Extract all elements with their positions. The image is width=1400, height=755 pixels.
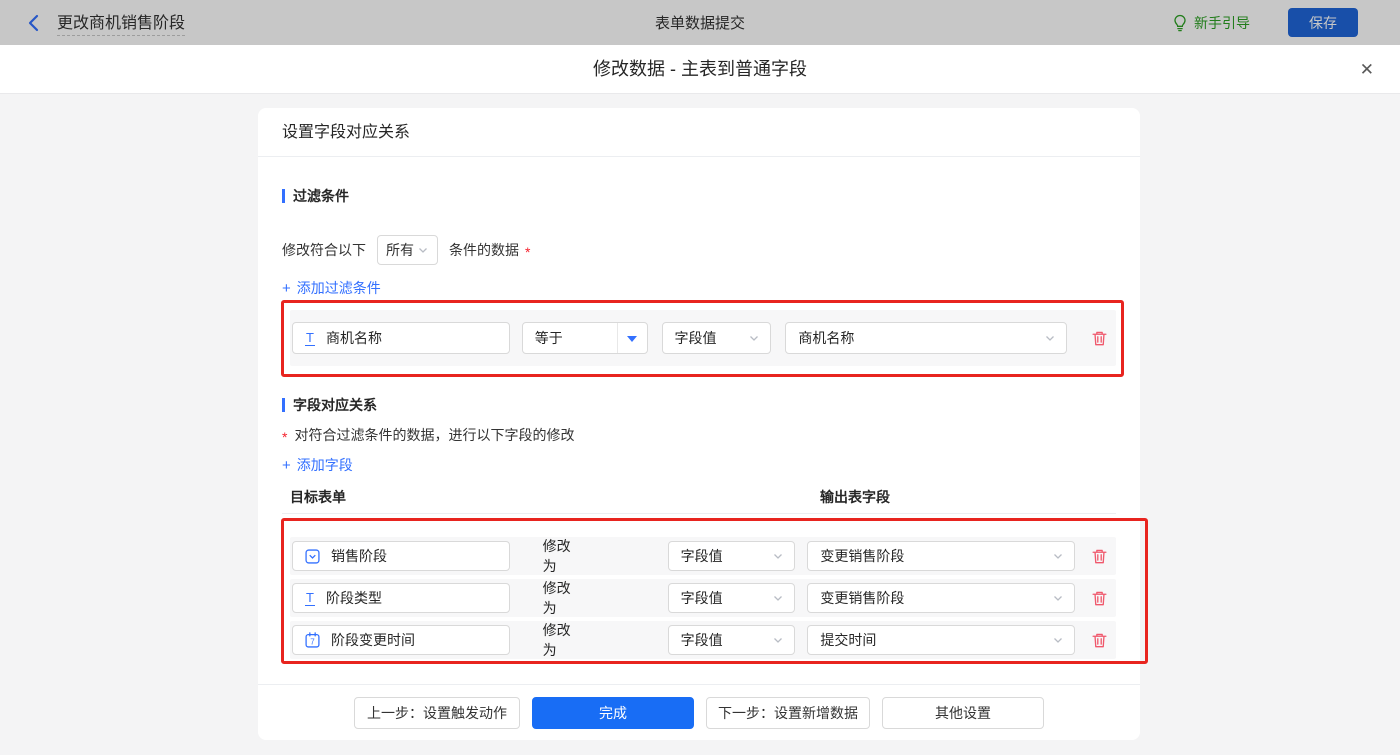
mapping-row: T 阶段类型 修改为 字段值 变更销售阶段	[290, 579, 1116, 617]
required-mark: *	[282, 429, 288, 445]
match-suffix-label: 条件的数据	[449, 242, 519, 258]
modify-to-label: 修改为	[542, 538, 571, 574]
output-field-select[interactable]: 变更销售阶段	[807, 583, 1075, 613]
mapping-description: * 对符合过滤条件的数据，进行以下字段的修改	[282, 427, 575, 445]
target-field-input[interactable]: T 阶段类型	[292, 583, 510, 613]
filter-value-type-select[interactable]: 字段值	[661, 322, 772, 354]
mapping-rows: 销售阶段 修改为 字段值 变更销售阶段 T 阶段类型 修改为 字段值 变更销售阶…	[282, 537, 1116, 659]
column-header-target-form: 目标表单	[290, 489, 346, 505]
date-field-icon: 7	[305, 632, 320, 648]
other-settings-button[interactable]: 其他设置	[882, 696, 1044, 729]
value-type-select[interactable]: 字段值	[667, 583, 796, 613]
add-filter-condition-link[interactable]: + 添加过滤条件	[282, 279, 381, 297]
mapping-row: 7 阶段变更时间 修改为 字段值 提交时间	[290, 621, 1116, 659]
page: 更改商机销售阶段 表单数据提交 新手引导 保存 修改数据 - 主表到普通字段 ✕…	[0, 0, 1400, 755]
filter-field-input[interactable]: T 商机名称	[292, 322, 510, 354]
modify-data-modal: 修改数据 - 主表到普通字段 ✕ 设置字段对应关系 过滤条件 修改符合以下 所有…	[0, 45, 1400, 755]
chevron-down-icon	[774, 554, 783, 559]
chevron-down-icon	[774, 638, 783, 643]
target-field-input[interactable]: 销售阶段	[292, 541, 510, 571]
match-prefix-label: 修改符合以下	[282, 242, 366, 258]
plus-icon: +	[282, 456, 291, 474]
chevron-down-icon	[1054, 554, 1062, 559]
value-type-select[interactable]: 字段值	[667, 625, 796, 655]
operator-dropdown-zone[interactable]	[616, 323, 647, 353]
operator-value: 等于	[534, 330, 563, 346]
chevron-down-icon	[419, 248, 427, 253]
required-mark: *	[525, 244, 531, 260]
filter-match-row: 修改符合以下 所有 条件的数据 *	[282, 234, 1116, 266]
next-step-button[interactable]: 下一步：设置新增数据	[706, 696, 870, 729]
mapping-row: 销售阶段 修改为 字段值 变更销售阶段	[290, 537, 1116, 575]
plus-icon: +	[282, 279, 291, 297]
value-type-select[interactable]: 字段值	[667, 541, 796, 571]
delete-row-icon[interactable]	[1091, 590, 1108, 607]
delete-row-icon[interactable]	[1091, 548, 1108, 565]
modal-dim-overlay	[0, 0, 1400, 45]
modal-header: 修改数据 - 主表到普通字段 ✕	[0, 45, 1400, 94]
target-field-value: 阶段类型	[325, 590, 382, 606]
previous-step-button[interactable]: 上一步：设置触发动作	[354, 696, 520, 729]
section-accent-bar	[282, 398, 285, 412]
filter-field-value: 商机名称	[325, 330, 382, 346]
card-content: 过滤条件 修改符合以下 所有 条件的数据 * + 添加过滤条件 T 商机名称 等…	[258, 188, 1140, 659]
delete-filter-icon[interactable]	[1091, 330, 1108, 347]
done-button[interactable]: 完成	[532, 696, 694, 729]
target-field-value: 阶段变更时间	[331, 632, 415, 648]
caret-down-icon	[627, 335, 638, 347]
target-field-value: 销售阶段	[331, 548, 387, 564]
output-field-select[interactable]: 变更销售阶段	[807, 541, 1075, 571]
section-accent-bar	[282, 189, 285, 203]
column-header-output-field: 输出表字段	[820, 489, 890, 505]
close-icon[interactable]: ✕	[1360, 45, 1374, 94]
mapping-column-headers: 目标表单 输出表字段	[282, 487, 1116, 514]
chevron-down-icon	[1046, 336, 1054, 341]
target-field-input[interactable]: 7 阶段变更时间	[292, 625, 510, 655]
output-field-select[interactable]: 提交时间	[807, 625, 1075, 655]
card-header-title: 设置字段对应关系	[258, 108, 1140, 157]
filter-section-title: 过滤条件	[282, 188, 1116, 204]
chevron-down-icon	[1054, 638, 1062, 643]
filter-condition-row: T 商机名称 等于 字段值 商机名称	[290, 310, 1116, 366]
svg-text:7: 7	[310, 637, 315, 646]
topbar: 更改商机销售阶段 表单数据提交 新手引导 保存	[0, 0, 1400, 45]
chevron-down-icon	[774, 596, 783, 601]
add-field-link[interactable]: + 添加字段	[282, 456, 353, 474]
modal-title: 修改数据 - 主表到普通字段	[593, 59, 807, 79]
mapping-section-title: 字段对应关系	[282, 397, 1116, 413]
filter-operator-select[interactable]: 等于	[521, 322, 648, 354]
modify-to-label: 修改为	[542, 580, 571, 616]
modify-to-label: 修改为	[542, 622, 571, 658]
delete-row-icon[interactable]	[1091, 632, 1108, 649]
chevron-down-icon	[750, 336, 759, 341]
chevron-down-icon	[1054, 596, 1062, 601]
text-field-icon: T	[305, 329, 315, 346]
text-field-icon: T	[305, 589, 315, 606]
card-footer: 上一步：设置触发动作 完成 下一步：设置新增数据 其他设置	[258, 684, 1140, 740]
filter-value-select[interactable]: 商机名称	[785, 322, 1067, 354]
field-mapping-card: 设置字段对应关系 过滤条件 修改符合以下 所有 条件的数据 * + 添加过滤条件…	[258, 108, 1140, 740]
match-mode-value: 所有	[386, 242, 414, 258]
match-mode-select[interactable]: 所有	[377, 235, 438, 265]
select-field-icon	[305, 548, 320, 564]
